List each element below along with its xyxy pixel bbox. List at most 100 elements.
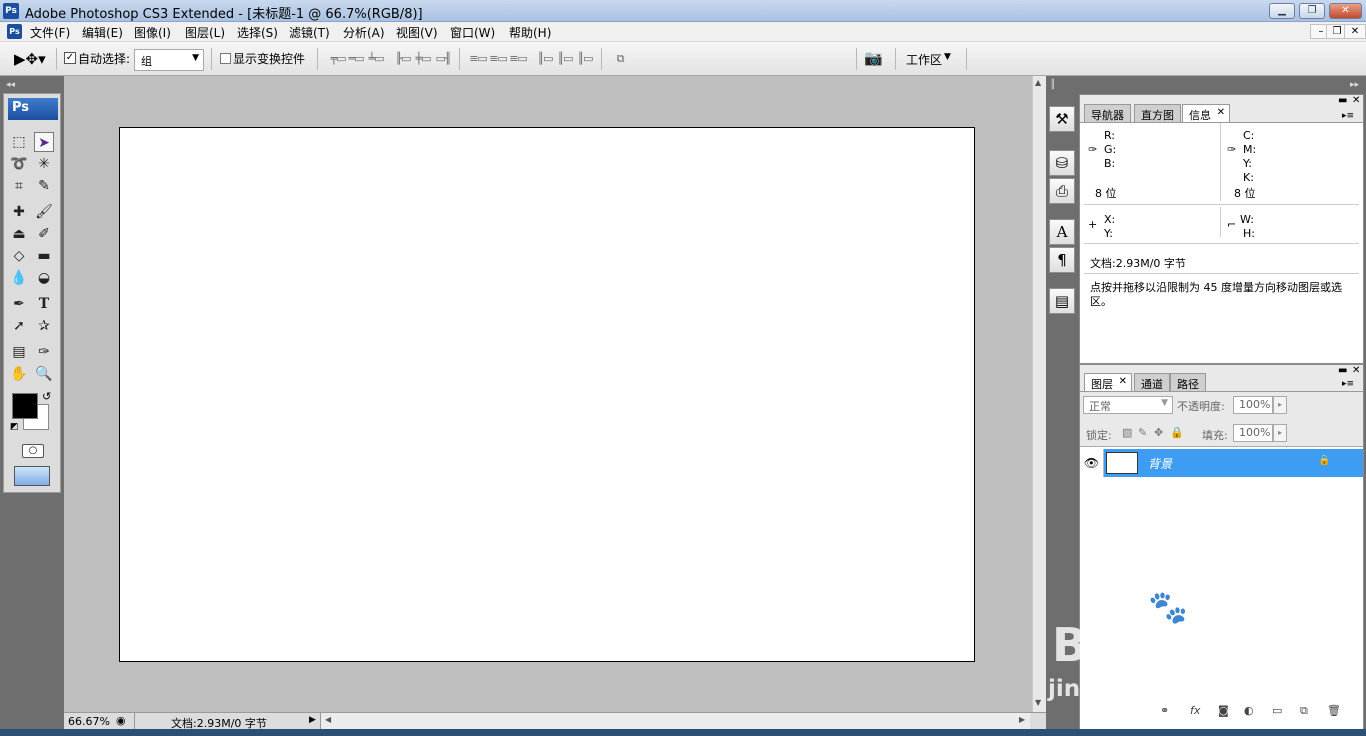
workspace-menu[interactable]: 工作区 [906, 51, 942, 68]
scroll-left-icon[interactable]: ◀ [325, 715, 331, 724]
tab-navigator[interactable]: 导航器 [1084, 104, 1131, 122]
quick-mask-icon[interactable]: ○ [22, 444, 44, 458]
menu-select[interactable]: 选择(S) [237, 24, 278, 41]
zoom-icon[interactable]: ◉ [116, 714, 126, 727]
close-tab-icon[interactable]: ✕ [1217, 107, 1225, 118]
distribute-vcenter-icon[interactable]: ≡▭ [487, 52, 509, 66]
menu-image[interactable]: 图像(I) [134, 24, 171, 41]
zoom-level[interactable]: 66.67% [68, 715, 110, 728]
notes-tool-icon[interactable]: ▤ [9, 342, 29, 362]
lock-all-icon[interactable]: 🔒 [1170, 426, 1184, 439]
swap-colors-icon[interactable]: ↺ [42, 390, 51, 403]
layer-comps-icon[interactable]: ▤ [1049, 288, 1075, 314]
tab-paths[interactable]: 路径 [1170, 373, 1206, 391]
pen-tool-icon[interactable]: ✒ [9, 294, 29, 314]
panel-menu-icon[interactable]: ▸≡ [1342, 379, 1354, 389]
auto-select-checkbox[interactable]: ✓ [64, 52, 76, 64]
lock-transparency-icon[interactable]: ▧ [1122, 426, 1132, 439]
scroll-up-icon[interactable]: ▲ [1035, 78, 1041, 87]
collapse-arrows-icon[interactable]: ║ [1050, 80, 1055, 90]
document-canvas[interactable] [119, 127, 975, 662]
paragraph-icon[interactable]: ¶ [1049, 247, 1075, 273]
character-icon[interactable]: A [1049, 219, 1075, 245]
tab-layers[interactable]: 图层 ✕ [1084, 373, 1132, 391]
brushes-icon[interactable]: ⛁ [1049, 150, 1075, 176]
healing-brush-icon[interactable]: ✚ [9, 202, 29, 222]
blur-tool-icon[interactable]: 💧 [9, 268, 29, 288]
panel-minimize-icon[interactable]: ▬ [1338, 95, 1347, 106]
lasso-tool-icon[interactable]: ➰ [9, 154, 29, 174]
tab-histogram[interactable]: 直方图 [1134, 104, 1181, 122]
menu-layer[interactable]: 图层(L) [185, 24, 225, 41]
panel-menu-icon[interactable]: ▸≡ [1342, 111, 1354, 121]
restore-button[interactable]: ❐ [1299, 3, 1325, 19]
clone-stamp-icon[interactable]: ⏏ [9, 224, 29, 244]
horizontal-scrollbar[interactable]: ◀ ▶ [320, 713, 1030, 730]
distribute-hcenter-icon[interactable]: ║▭ [554, 52, 576, 66]
menu-help[interactable]: 帮助(H) [509, 24, 551, 41]
close-button[interactable]: ✕ [1329, 3, 1362, 19]
menu-edit[interactable]: 编辑(E) [82, 24, 123, 41]
fill-slider-arrow-icon[interactable]: ▸ [1273, 424, 1287, 442]
align-right-icon[interactable]: ▭╢ [432, 52, 454, 66]
eyedropper-icon[interactable]: ✑ [34, 342, 54, 362]
opacity-slider-arrow-icon[interactable]: ▸ [1273, 396, 1287, 414]
clone-source-icon[interactable]: ⎙ [1049, 178, 1075, 204]
tool-presets-icon[interactable]: ⚒ [1049, 106, 1075, 132]
show-transform-checkbox[interactable] [220, 53, 231, 64]
marquee-tool-icon[interactable]: ⬚ [9, 132, 29, 152]
zoom-tool-icon[interactable]: 🔍 [34, 364, 54, 384]
lock-pixels-icon[interactable]: ✎ [1138, 426, 1147, 439]
hand-tool-icon[interactable]: ✋ [9, 364, 29, 384]
distribute-top-icon[interactable]: ≡▭ [467, 52, 489, 66]
default-colors-icon[interactable]: ◩ [10, 422, 19, 432]
history-brush-icon[interactable]: ✐ [34, 224, 54, 244]
doc-close-button[interactable]: ✕ [1344, 24, 1366, 39]
custom-shape-icon[interactable]: ✰ [34, 316, 54, 336]
menu-file[interactable]: 文件(F) [30, 24, 70, 41]
scroll-down-icon[interactable]: ▼ [1035, 698, 1041, 707]
collapse-arrows-icon[interactable]: ◂◂ [6, 80, 15, 90]
panel-close-icon[interactable]: ✕ [1352, 95, 1360, 106]
gradient-tool-icon[interactable]: ▬ [34, 246, 54, 266]
menu-filter[interactable]: 滤镜(T) [289, 24, 330, 41]
lock-position-icon[interactable]: ✥ [1154, 426, 1163, 439]
file-browser-icon[interactable]: 📷 [864, 49, 890, 69]
dodge-tool-icon[interactable]: ◒ [34, 268, 54, 288]
magic-wand-icon[interactable]: ✳ [34, 154, 54, 174]
panel-minimize-icon[interactable]: ▬ [1338, 365, 1347, 376]
tab-channels[interactable]: 通道 [1134, 373, 1170, 391]
collapse-arrows-icon[interactable]: ▸▸ [1350, 80, 1359, 90]
align-left-icon[interactable]: ╟▭ [392, 52, 414, 66]
path-selection-icon[interactable]: ➚ [9, 316, 29, 336]
crop-tool-icon[interactable]: ⌗ [9, 176, 29, 196]
panel-close-icon[interactable]: ✕ [1352, 365, 1360, 376]
distribute-right-icon[interactable]: ║▭ [574, 52, 596, 66]
move-tool-preset-icon[interactable]: ▶✥▾ [14, 50, 46, 68]
foreground-color-swatch[interactable] [12, 393, 38, 419]
menu-view[interactable]: 视图(V) [396, 24, 438, 41]
tab-info[interactable]: 信息 ✕ [1182, 104, 1230, 122]
layer-row-background[interactable]: 背景 🔒 [1104, 449, 1363, 477]
auto-select-dropdown[interactable]: 组 ▼ [134, 49, 204, 71]
eraser-tool-icon[interactable]: ◇ [9, 246, 29, 266]
type-tool-icon[interactable]: T [34, 294, 54, 314]
menu-window[interactable]: 窗口(W) [450, 24, 495, 41]
screen-mode-icon[interactable] [14, 466, 50, 486]
layer-visibility-eye-icon[interactable]: 👁 [1080, 449, 1104, 477]
align-vcenter-icon[interactable]: ═▭ [345, 52, 367, 66]
menu-analysis[interactable]: 分析(A) [343, 24, 385, 41]
status-menu-arrow-icon[interactable]: ▶ [309, 715, 316, 725]
chevron-down-icon[interactable]: ▼ [944, 52, 951, 62]
auto-align-layers-icon[interactable]: ⧉ [609, 52, 631, 66]
close-tab-icon[interactable]: ✕ [1119, 376, 1127, 387]
blend-mode-dropdown[interactable]: 正常 ▼ [1083, 396, 1173, 414]
distribute-left-icon[interactable]: ║▭ [534, 52, 556, 66]
opacity-input[interactable]: 100% [1233, 396, 1273, 414]
distribute-bottom-icon[interactable]: ≡▭ [507, 52, 529, 66]
brush-tool-icon[interactable]: 🖌 [34, 202, 54, 222]
minimize-button[interactable]: ▁ [1269, 3, 1295, 19]
scroll-right-icon[interactable]: ▶ [1019, 715, 1025, 724]
align-bottom-icon[interactable]: ╧▭ [365, 52, 387, 66]
slice-tool-icon[interactable]: ✎ [34, 176, 54, 196]
